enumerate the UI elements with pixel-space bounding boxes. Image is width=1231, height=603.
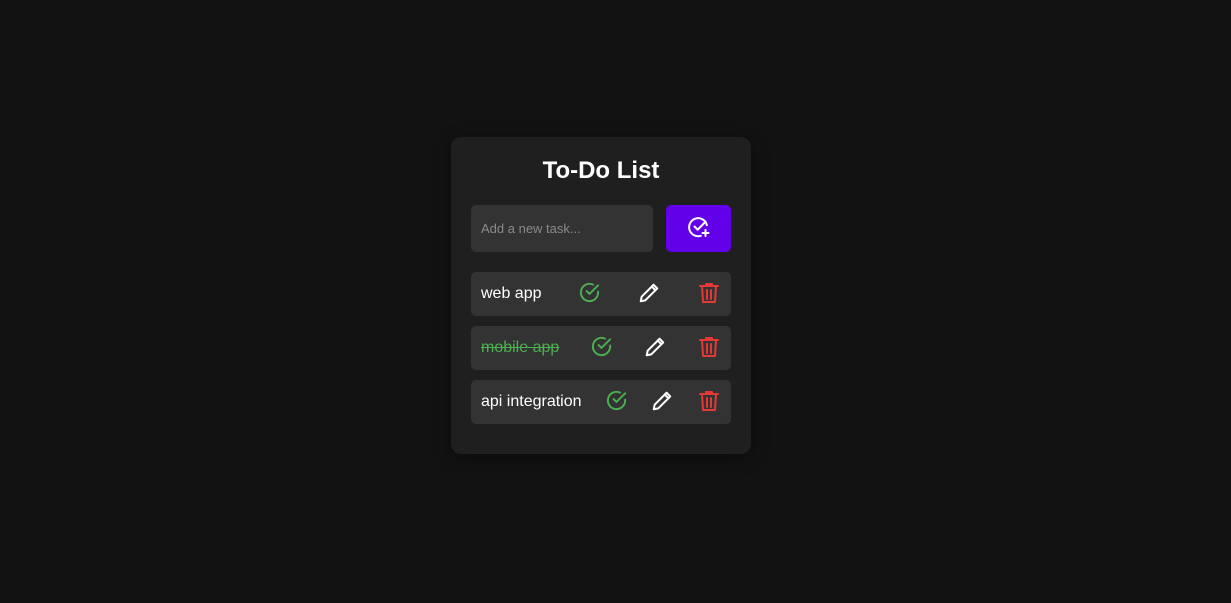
complete-task-button[interactable] [604,390,628,414]
delete-task-button[interactable] [697,336,721,360]
task-list: web app mobile app api integration [471,272,731,434]
check-circle-plus-icon [687,215,711,242]
trash-icon [699,336,719,361]
check-circle-icon [578,281,601,307]
add-task-button[interactable] [666,205,731,252]
edit-task-button[interactable] [643,336,667,360]
task-item: api integration [471,380,731,424]
check-circle-icon [605,389,628,415]
edit-task-button[interactable] [637,282,661,306]
trash-icon [699,390,719,415]
todo-card: To-Do List web app [451,137,751,454]
complete-task-button[interactable] [589,336,613,360]
app-title: To-Do List [542,157,660,184]
pencil-icon [638,282,660,307]
new-task-input[interactable] [471,205,653,252]
task-text-completed: mobile app [481,339,560,356]
pencil-icon [644,336,666,361]
task-item: web app [471,272,731,316]
task-text: api integration [481,393,582,410]
delete-task-button[interactable] [697,390,721,414]
task-item: mobile app [471,326,731,370]
add-task-row [471,205,731,252]
pencil-icon [651,390,673,415]
task-text: web app [481,285,542,302]
trash-icon [699,282,719,307]
delete-task-button[interactable] [697,282,721,306]
check-circle-icon [590,335,613,361]
complete-task-button[interactable] [577,282,601,306]
edit-task-button[interactable] [650,390,674,414]
